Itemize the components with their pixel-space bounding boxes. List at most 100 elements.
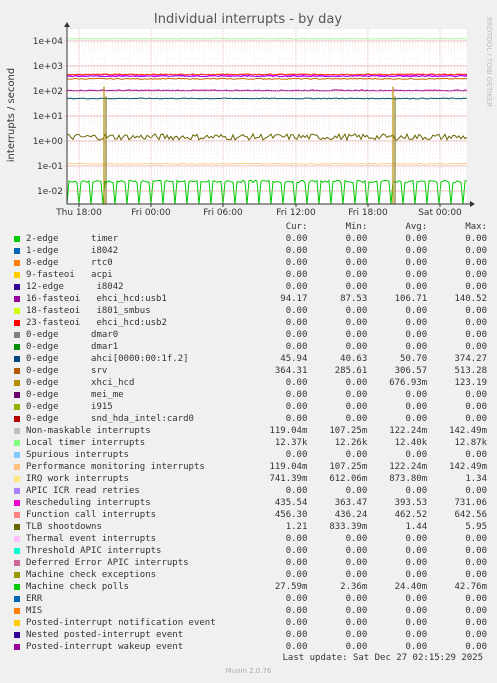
side-label: RRDTOOL / TOBI OETIKER xyxy=(485,17,493,107)
legend-min: 12.26k xyxy=(334,438,368,448)
y-tick-label: 1e+01 xyxy=(33,112,63,122)
legend-min: 363.47 xyxy=(334,498,368,508)
legend-max: 0.00 xyxy=(465,402,488,412)
legend-avg: 0.00 xyxy=(405,402,428,412)
legend-swatch xyxy=(14,380,20,386)
legend-row: 16-fasteoi ehci_hcd:usb1 94.17 87.53 106.71… xyxy=(12,293,487,305)
legend-row: Posted-interrupt wakeup event 0.00 0.00 0.0… xyxy=(12,641,487,653)
legend-label: 0-edge ahci[0000:00:1f.2] xyxy=(26,354,189,364)
legend-label: Posted-interrupt notification event xyxy=(26,618,216,628)
legend-min: 0.00 xyxy=(345,546,368,556)
legend-cur: 435.54 xyxy=(274,498,308,508)
legend-swatch xyxy=(14,392,20,398)
legend-max: 374.27 xyxy=(454,354,488,364)
legend-row: 9-fasteoi acpi 0.00 0.00 0.00 0.00 xyxy=(12,269,487,281)
legend-min: 0.00 xyxy=(345,618,368,628)
x-tick-label: Fri 06:00 xyxy=(203,208,243,218)
legend-cur: 0.00 xyxy=(285,342,308,352)
legend-cur: 456.30 xyxy=(274,510,308,520)
legend-row: Rescheduling interrupts 435.54 363.47 393.5… xyxy=(12,497,487,509)
legend-label: Performance monitoring interrupts xyxy=(26,462,205,472)
legend-cur: 0.00 xyxy=(285,246,308,256)
legend-min: 0.00 xyxy=(345,246,368,256)
legend-row: Threshold APIC interrupts 0.00 0.00 0.00 0.0… xyxy=(12,545,487,557)
legend-cur: 0.00 xyxy=(285,258,308,268)
legend-avg: 873.80m xyxy=(389,474,428,484)
legend: Cur: Min: Avg: Max: 2-edge timer 0.00 0.00… xyxy=(12,221,487,653)
legend-avg: 306.57 xyxy=(394,366,428,376)
legend-cur: 0.00 xyxy=(285,306,308,316)
legend-cur: 741.39m xyxy=(269,474,308,484)
legend-row: 23-fasteoi ehci_hcd:usb2 0.00 0.00 0.00 0.00 xyxy=(12,317,487,329)
legend-avg: 676.93m xyxy=(389,378,428,388)
legend-swatch xyxy=(14,536,20,542)
legend-swatch xyxy=(14,524,20,530)
legend-row: Deferred Error APIC interrupts 0.00 0.00 0.… xyxy=(12,557,487,569)
legend-swatch xyxy=(14,488,20,494)
legend-label: Posted-interrupt wakeup event xyxy=(26,642,184,652)
legend-cur: 45.94 xyxy=(280,354,308,364)
legend-row: IRQ work interrupts 741.39m 612.06m 873.80m… xyxy=(12,473,487,485)
header-max: Max: xyxy=(465,222,488,232)
legend-min: 0.00 xyxy=(345,390,368,400)
legend-max: 142.49m xyxy=(449,462,488,472)
legend-cur: 0.00 xyxy=(285,402,308,412)
legend-label: Rescheduling interrupts xyxy=(26,498,151,508)
legend-swatch xyxy=(14,404,20,410)
legend-avg: 0.00 xyxy=(405,414,428,424)
legend-avg: 0.00 xyxy=(405,642,428,652)
legend-cur: 0.00 xyxy=(285,330,308,340)
legend-max: 0.00 xyxy=(465,630,488,640)
legend-min: 0.00 xyxy=(345,486,368,496)
legend-row: 0-edge srv 364.31 285.61 306.57 513.28 xyxy=(12,365,487,377)
legend-max: 0.00 xyxy=(465,570,488,580)
legend-max: 0.00 xyxy=(465,330,488,340)
legend-min: 0.00 xyxy=(345,342,368,352)
legend-min: 833.39m xyxy=(329,522,368,532)
legend-avg: 0.00 xyxy=(405,306,428,316)
legend-max: 0.00 xyxy=(465,450,488,460)
legend-row: 0-edge dmar1 0.00 0.00 0.00 0.00 xyxy=(12,341,487,353)
legend-avg: 0.00 xyxy=(405,318,428,328)
legend-cur: 0.00 xyxy=(285,594,308,604)
legend-max: 140.52 xyxy=(454,294,488,304)
legend-cur: 0.00 xyxy=(285,570,308,580)
legend-row: 8-edge rtc0 0.00 0.00 0.00 0.00 xyxy=(12,257,487,269)
legend-label: 1-edge i8042 xyxy=(26,246,119,256)
legend-label: Machine check exceptions xyxy=(26,570,157,580)
legend-swatch xyxy=(14,416,20,422)
legend-cur: 0.00 xyxy=(285,450,308,460)
legend-max: 0.00 xyxy=(465,246,488,256)
legend-avg: 122.24m xyxy=(389,462,428,472)
legend-row: Nested posted-interrupt event 0.00 0.00 0.0… xyxy=(12,629,487,641)
legend-min: 0.00 xyxy=(345,282,368,292)
legend-avg: 0.00 xyxy=(405,282,428,292)
legend-min: 0.00 xyxy=(345,594,368,604)
legend-cur: 0.00 xyxy=(285,486,308,496)
legend-swatch xyxy=(14,512,20,518)
legend-row: 0-edge mei_me 0.00 0.00 0.00 0.00 xyxy=(12,389,487,401)
legend-label: 8-edge rtc0 xyxy=(26,258,113,268)
legend-cur: 94.17 xyxy=(280,294,308,304)
legend-max: 5.95 xyxy=(465,522,488,532)
legend-swatch xyxy=(14,464,20,470)
legend-min: 0.00 xyxy=(345,558,368,568)
legend-min: 87.53 xyxy=(340,294,368,304)
legend-max: 1.34 xyxy=(465,474,488,484)
legend-avg: 0.00 xyxy=(405,246,428,256)
legend-label: Spurious interrupts xyxy=(26,450,129,460)
legend-min: 40.63 xyxy=(340,354,368,364)
legend-row: 2-edge timer 0.00 0.00 0.00 0.00 xyxy=(12,233,487,245)
legend-min: 0.00 xyxy=(345,450,368,460)
legend-swatch xyxy=(14,548,20,554)
legend-row: Function call interrupts 456.30 436.24 462.… xyxy=(12,509,487,521)
legend-label: 0-edge mei_me xyxy=(26,390,124,400)
legend-min: 285.61 xyxy=(334,366,368,376)
legend-min: 0.00 xyxy=(345,270,368,280)
legend-max: 0.00 xyxy=(465,618,488,628)
legend-avg: 0.00 xyxy=(405,618,428,628)
legend-min: 612.06m xyxy=(329,474,368,484)
header-cur: Cur: xyxy=(285,222,308,232)
legend-label: Function call interrupts xyxy=(26,510,157,520)
legend-avg: 0.00 xyxy=(405,270,428,280)
